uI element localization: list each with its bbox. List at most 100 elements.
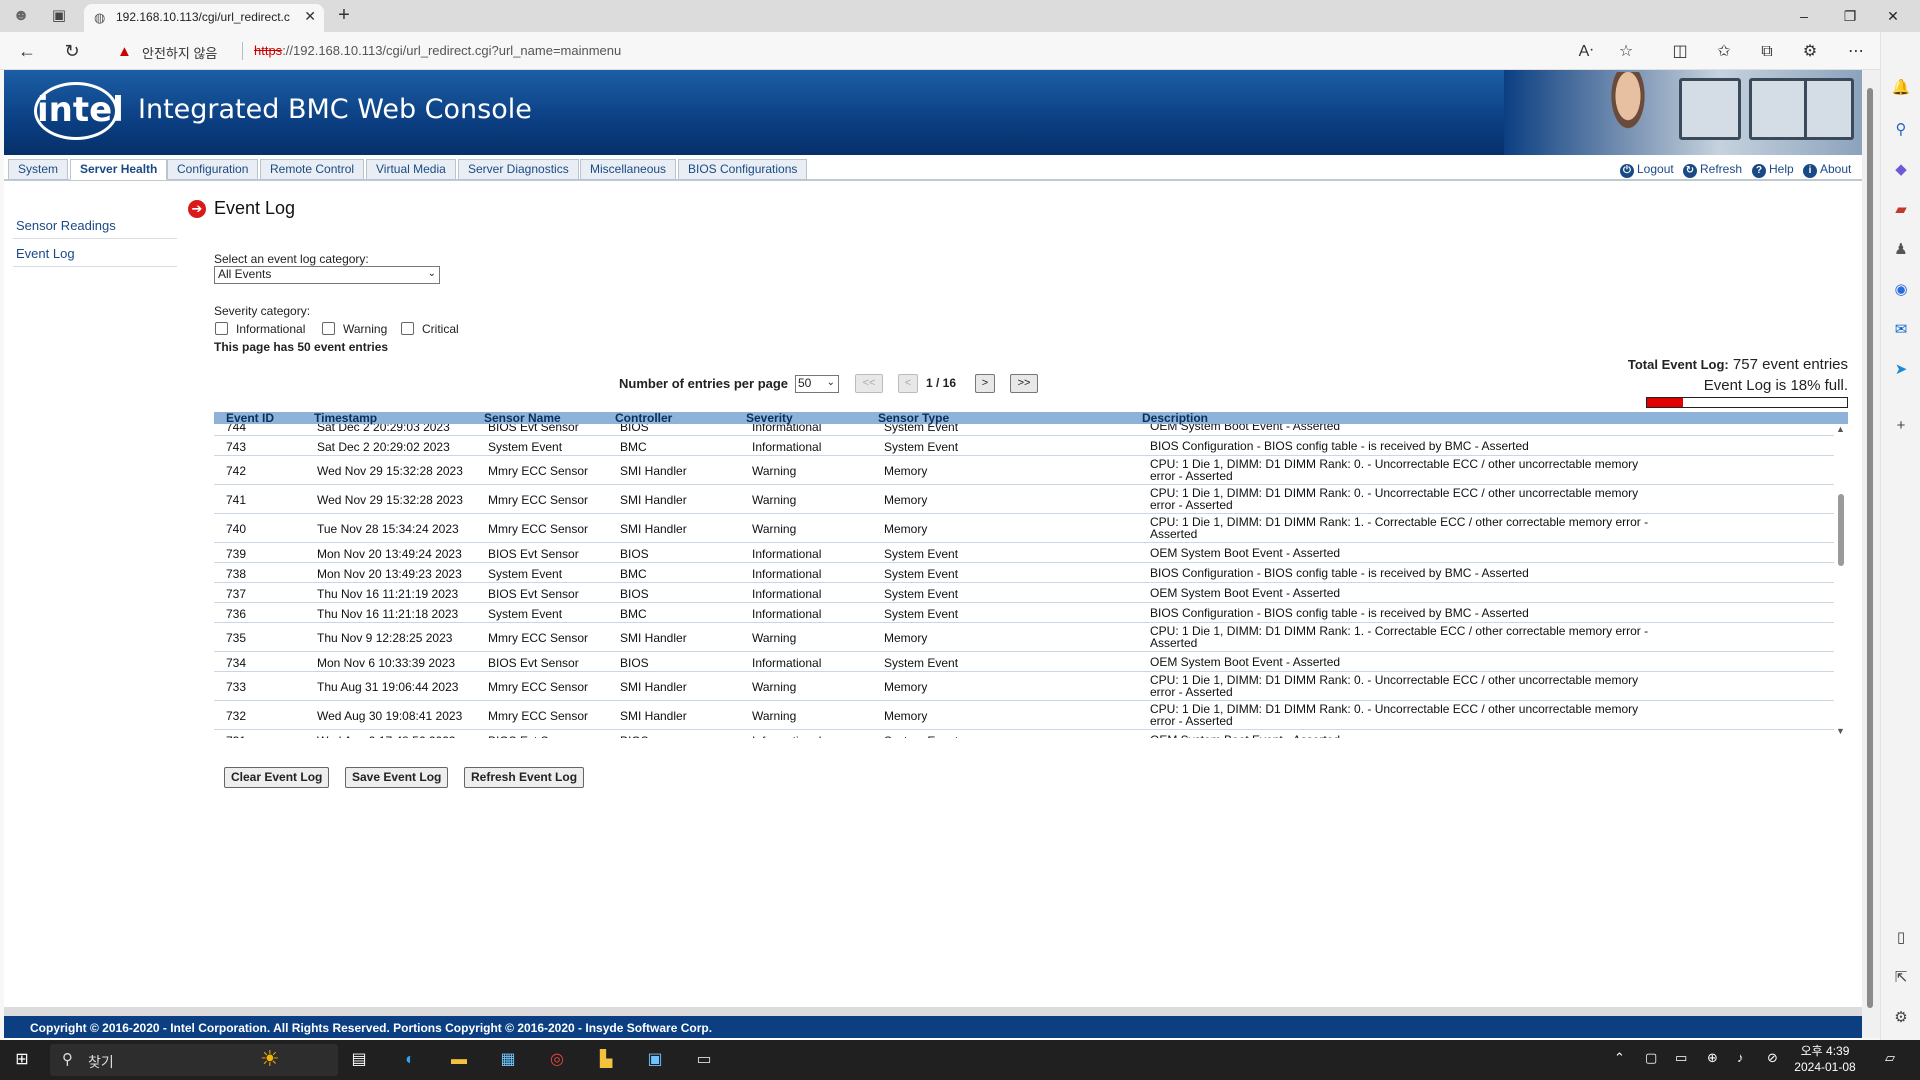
scroll-up-icon[interactable]: ▲ — [1836, 424, 1845, 434]
notifications-icon[interactable]: 🔔 — [1889, 76, 1913, 100]
table-row[interactable]: 731 Wed Aug 9 17:48:56 2023 BIOS Evt Senso… — [214, 730, 1834, 738]
back-icon[interactable]: ← — [15, 40, 39, 62]
col-sensor-type[interactable]: Sensor Type — [878, 412, 949, 424]
table-row[interactable]: 738 Mon Nov 20 13:49:23 2023 System Event B… — [214, 563, 1834, 583]
close-icon[interactable]: ✕ — [304, 8, 316, 25]
windows-start-icon[interactable]: ⊞ — [10, 1048, 34, 1072]
sidebar-toggle-icon[interactable]: ▯ — [1889, 926, 1913, 950]
weather-widget-icon[interactable]: ☀ — [260, 1046, 280, 1072]
warning-icon[interactable]: ▲ — [117, 43, 132, 60]
col-sensor-name[interactable]: Sensor Name — [484, 412, 561, 424]
taskbar-search[interactable]: ⚲ 찾기 ☀ — [50, 1044, 338, 1076]
clock[interactable]: 오후 4:39 2024-01-08 — [1790, 1043, 1860, 1075]
menu-event-log[interactable]: Event Log — [13, 241, 177, 267]
refresh-link[interactable]: ↻ Refresh — [1683, 162, 1742, 178]
menu-sensor-readings[interactable]: Sensor Readings — [13, 213, 177, 239]
app-icon[interactable]: ▣ — [643, 1048, 667, 1072]
games-icon[interactable]: ♟ — [1889, 238, 1913, 262]
category-select[interactable]: All Events ⌄ — [214, 266, 440, 284]
volume-icon[interactable]: ♪ — [1737, 1050, 1744, 1065]
table-row[interactable]: 736 Thu Nov 16 11:21:18 2023 System Event B… — [214, 603, 1834, 623]
entries-per-page-select[interactable]: 50 ⌄ — [795, 375, 839, 393]
add-icon[interactable]: + — [1889, 414, 1913, 438]
table-scrollbar[interactable]: ▲ ▼ — [1834, 424, 1848, 738]
favorite-icon[interactable]: ☆ — [1613, 41, 1639, 63]
checkbox[interactable] — [215, 322, 228, 335]
tab-remote-control[interactable]: Remote Control — [260, 159, 365, 180]
col-controller[interactable]: Controller — [615, 412, 672, 424]
tab-system[interactable]: System — [8, 159, 69, 180]
table-row[interactable]: 744 Sat Dec 2 20:29:03 2023 BIOS Evt Senso… — [214, 424, 1834, 436]
search-icon[interactable]: ⚲ — [1889, 118, 1913, 142]
page-scrollbar[interactable] — [1862, 70, 1880, 1038]
checkbox[interactable] — [401, 322, 414, 335]
store-icon[interactable]: ▦ — [496, 1048, 520, 1072]
do-not-disturb-icon[interactable]: ⊘ — [1767, 1050, 1778, 1066]
not-secure-label[interactable]: 안전하지 않음 — [142, 43, 217, 62]
table-body[interactable]: 744 Sat Dec 2 20:29:03 2023 BIOS Evt Senso… — [214, 424, 1834, 738]
table-row[interactable]: 732 Wed Aug 30 19:08:41 2023 Mmry ECC Sens… — [214, 701, 1834, 730]
severity-warning[interactable]: Warning — [322, 322, 387, 336]
col-timestamp[interactable]: Timestamp — [314, 412, 377, 424]
more-icon[interactable]: ⋯ — [1843, 41, 1869, 63]
tools-icon[interactable]: ▰ — [1889, 198, 1913, 222]
maximize-icon[interactable]: ❐ — [1835, 6, 1865, 26]
prev-page-button[interactable]: < — [898, 374, 918, 393]
col-severity[interactable]: Severity — [746, 412, 793, 424]
notification-center-icon[interactable]: ▱ — [1885, 1050, 1895, 1066]
clear-event-log-button[interactable]: Clear Event Log — [224, 767, 330, 788]
about-link[interactable]: i About — [1803, 162, 1851, 178]
severity-informational[interactable]: Informational — [215, 322, 305, 336]
table-row[interactable]: 733 Thu Aug 31 19:06:44 2023 Mmry ECC Sens… — [214, 672, 1834, 701]
logout-link[interactable]: ⏻ Logout — [1620, 162, 1674, 178]
checkbox[interactable] — [322, 322, 335, 335]
shopping-icon[interactable]: ◆ — [1889, 158, 1913, 182]
refresh-event-log-button[interactable]: Refresh Event Log — [464, 767, 585, 788]
chrome-icon[interactable]: ◎ — [545, 1048, 569, 1072]
external-link-icon[interactable]: ⇱ — [1889, 966, 1913, 990]
col-event-id[interactable]: Event ID — [226, 412, 274, 424]
file-explorer-icon[interactable]: ▬ — [447, 1048, 471, 1072]
favorites-icon[interactable]: ✩ — [1711, 41, 1737, 63]
language-icon[interactable]: ⊕ — [1707, 1050, 1718, 1066]
close-window-icon[interactable]: ✕ — [1878, 6, 1908, 26]
table-row[interactable]: 737 Thu Nov 16 11:21:19 2023 BIOS Evt Sens… — [214, 583, 1834, 603]
tab-server-health[interactable]: Server Health — [70, 159, 168, 180]
battery-icon[interactable]: ▭ — [1675, 1050, 1687, 1066]
minimize-icon[interactable]: – — [1789, 6, 1819, 26]
settings-icon[interactable]: ⚙ — [1889, 1006, 1913, 1030]
split-screen-icon[interactable]: ◫ — [1667, 41, 1693, 63]
table-row[interactable]: 742 Wed Nov 29 15:32:28 2023 Mmry ECC Sens… — [214, 456, 1834, 485]
file-icon[interactable]: ▙ — [594, 1048, 618, 1072]
table-row[interactable]: 739 Mon Nov 20 13:49:24 2023 BIOS Evt Sens… — [214, 543, 1834, 563]
next-page-button[interactable]: > — [975, 374, 995, 393]
tab-server-diagnostics[interactable]: Server Diagnostics — [458, 159, 579, 180]
scroll-down-icon[interactable]: ▼ — [1836, 726, 1845, 736]
new-tab-icon[interactable]: + — [332, 4, 356, 28]
task-view-icon[interactable]: ▤ — [347, 1048, 371, 1072]
browser-tab[interactable]: ◍ 192.168.10.113/cgi/url_redirect.c ✕ — [84, 4, 324, 32]
table-row[interactable]: 735 Thu Nov 9 12:28:25 2023 Mmry ECC Senso… — [214, 623, 1834, 652]
edge-icon[interactable]: ◐ — [398, 1048, 422, 1072]
tab-miscellaneous[interactable]: Miscellaneous — [580, 159, 677, 180]
table-row[interactable]: 743 Sat Dec 2 20:29:02 2023 System Event BM… — [214, 436, 1834, 456]
tab-actions-icon[interactable]: ▣ — [48, 6, 70, 26]
last-page-button[interactable]: >> — [1010, 374, 1038, 393]
extensions-icon[interactable]: ⚙ — [1797, 41, 1823, 63]
meet-icon[interactable]: ▢ — [1645, 1050, 1657, 1066]
table-row[interactable]: 741 Wed Nov 29 15:32:28 2023 Mmry ECC Sens… — [214, 485, 1834, 514]
tab-configuration[interactable]: Configuration — [167, 159, 259, 180]
tab-virtual-media[interactable]: Virtual Media — [366, 159, 456, 180]
table-row[interactable]: 734 Mon Nov 6 10:33:39 2023 BIOS Evt Senso… — [214, 652, 1834, 672]
scroll-thumb[interactable] — [1838, 494, 1844, 566]
help-link[interactable]: ? Help — [1752, 162, 1794, 178]
terminal-icon[interactable]: ▭ — [692, 1048, 716, 1072]
severity-critical[interactable]: Critical — [401, 322, 459, 336]
send-icon[interactable]: ➤ — [1889, 358, 1913, 382]
chevron-up-icon[interactable]: ⌃ — [1614, 1050, 1625, 1066]
table-row[interactable]: 740 Tue Nov 28 15:34:24 2023 Mmry ECC Sens… — [214, 514, 1834, 543]
office-icon[interactable]: ◉ — [1889, 278, 1913, 302]
reload-icon[interactable]: ↻ — [60, 40, 84, 62]
first-page-button[interactable]: << — [855, 374, 883, 393]
tab-bios-configurations[interactable]: BIOS Configurations — [678, 159, 808, 180]
